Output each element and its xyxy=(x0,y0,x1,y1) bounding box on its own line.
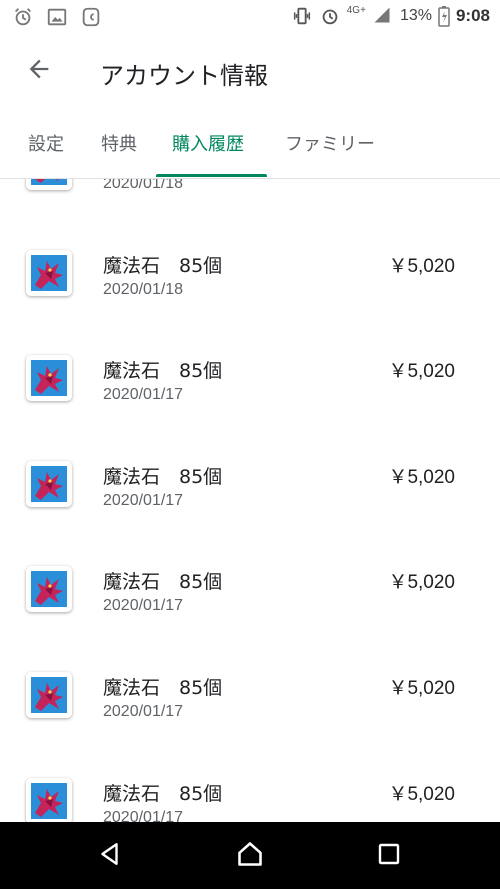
app-icon xyxy=(26,460,72,507)
image-icon xyxy=(46,6,68,28)
purchase-item[interactable]: 魔法石 85個 2020/01/17 ￥5,020 xyxy=(0,422,500,528)
tab-settings[interactable]: 設定 xyxy=(28,130,64,156)
purchase-item-name: 魔法石 85個 xyxy=(103,782,223,805)
purchase-item-price: ￥5,020 xyxy=(388,361,455,383)
nav-home-button[interactable] xyxy=(230,836,270,876)
clock: 9:08 xyxy=(455,6,490,25)
purchase-item-price: ￥5,020 xyxy=(388,466,455,488)
back-button[interactable] xyxy=(18,50,60,92)
arrow-back-icon xyxy=(25,55,53,87)
page-title: アカウント情報 xyxy=(100,62,268,90)
purchase-item[interactable]: 魔法石 85個 2020/01/17 ￥5,020 xyxy=(0,316,500,422)
status-bar: 4G+ 13% 9:08 xyxy=(0,0,500,36)
recents-square-icon xyxy=(377,842,401,870)
back-triangle-icon xyxy=(97,841,123,871)
tab-bar: 設定 特典 購入履歴 ファミリー xyxy=(0,108,500,179)
active-tab-indicator xyxy=(156,174,267,177)
dragon-artwork-icon xyxy=(31,465,67,502)
purchase-item[interactable]: 魔法石 85個 2020/01/18 ￥5,020 xyxy=(0,211,500,317)
network-type: 4G+ xyxy=(346,4,366,16)
app-icon xyxy=(26,671,72,718)
app-bar: アカウント情報 xyxy=(0,36,500,108)
status-bar-system: 4G+ 13% 9:08 xyxy=(291,5,490,27)
tab-rewards[interactable]: 特典 xyxy=(101,130,137,156)
purchase-item-date: 2020/01/17 xyxy=(103,702,184,720)
dragon-artwork-icon xyxy=(31,782,67,819)
purchase-item-price: ￥5,020 xyxy=(388,783,455,805)
purchase-item[interactable]: 魔法石 85個 2020/01/17 ￥5,020 xyxy=(0,527,500,633)
app-icon xyxy=(26,355,72,402)
purchase-item[interactable]: 2020/01/18 xyxy=(0,179,500,211)
purchase-item-price: ￥5,020 xyxy=(388,572,455,594)
purchase-item-date: 2020/01/17 xyxy=(103,808,184,822)
signal-icon xyxy=(372,5,394,27)
tab-family[interactable]: ファミリー xyxy=(285,130,375,156)
purchase-item-date: 2020/01/18 xyxy=(103,280,184,298)
dragon-artwork-icon xyxy=(31,360,67,397)
purchase-item-name: 魔法石 85個 xyxy=(103,465,223,488)
app-icon xyxy=(26,249,72,296)
navigation-bar xyxy=(0,822,500,889)
purchase-item[interactable]: 魔法石 85個 2020/01/17 ￥5,020 xyxy=(0,633,500,739)
home-icon xyxy=(236,840,264,872)
alarm-icon xyxy=(319,5,341,27)
purchase-item-date: 2020/01/17 xyxy=(103,386,184,404)
nav-recents-button[interactable] xyxy=(369,836,409,876)
purchase-list-content: 2020/01/18 魔法石 85個 2020/01/18 ￥5,020 魔法石… xyxy=(0,179,500,822)
purchase-item[interactable]: 魔法石 85個 2020/01/17 ￥5,020 xyxy=(0,739,500,822)
purchase-item-price: ￥5,020 xyxy=(388,255,455,277)
purchase-item-name: 魔法石 85個 xyxy=(103,571,223,594)
battery-percent: 13% xyxy=(399,7,432,24)
purchase-item-price: ￥5,020 xyxy=(388,677,455,699)
purchase-item-date: 2020/01/17 xyxy=(103,491,184,509)
alarm-clock-icon xyxy=(12,6,34,28)
purchase-item-date: 2020/01/18 xyxy=(103,179,184,192)
purchase-item-date: 2020/01/17 xyxy=(103,597,184,615)
app-notification-icon xyxy=(80,6,102,28)
battery-charging-icon xyxy=(438,5,450,27)
tab-purchase-history[interactable]: 購入履歴 xyxy=(172,130,244,156)
dragon-artwork-icon xyxy=(31,179,67,185)
dragon-artwork-icon xyxy=(31,676,67,713)
app-icon xyxy=(26,777,72,822)
vibrate-icon xyxy=(291,5,313,27)
dragon-artwork-icon xyxy=(31,571,67,608)
purchase-item-name: 魔法石 85個 xyxy=(103,254,223,277)
app-icon xyxy=(26,566,72,613)
purchase-item-name: 魔法石 85個 xyxy=(103,360,223,383)
purchase-list[interactable]: 2020/01/18 魔法石 85個 2020/01/18 ￥5,020 魔法石… xyxy=(0,179,500,822)
dragon-artwork-icon xyxy=(31,254,67,291)
status-bar-notifications xyxy=(12,6,102,28)
purchase-item-name: 魔法石 85個 xyxy=(103,676,223,699)
app-icon xyxy=(26,179,72,190)
nav-back-button[interactable] xyxy=(90,836,130,876)
